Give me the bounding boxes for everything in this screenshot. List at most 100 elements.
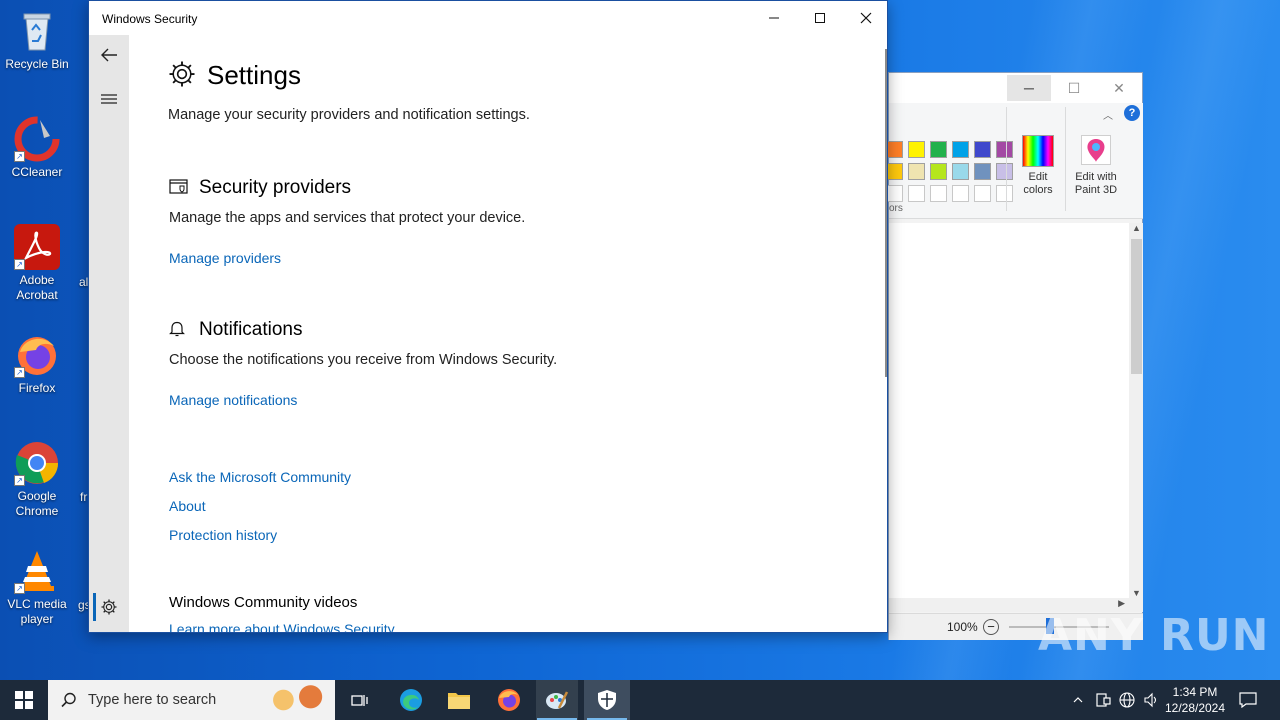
color-swatch[interactable]	[996, 141, 1013, 158]
page-title: Settings	[207, 60, 301, 90]
title-bar[interactable]: Windows Security	[89, 1, 887, 35]
volume-button[interactable]	[1140, 680, 1162, 720]
desktop-icon-recycle-bin[interactable]: Recycle Bin	[0, 8, 74, 72]
color-swatch[interactable]	[908, 163, 925, 180]
maximize-icon	[815, 13, 825, 23]
taskbar-file-explorer[interactable]	[438, 680, 480, 720]
close-button[interactable]	[843, 1, 887, 35]
desktop-icon-adobe-acrobat[interactable]: ↗ Adobe Acrobat	[0, 224, 74, 303]
edit-with-paint3d-button[interactable]: Edit with Paint 3D	[1069, 171, 1123, 197]
back-button[interactable]	[89, 35, 129, 75]
color-swatch[interactable]	[996, 185, 1013, 202]
community-videos-heading: Windows Community videos	[169, 594, 358, 611]
edit-colors-button[interactable]: Edit colors	[1017, 171, 1059, 197]
back-arrow-icon	[101, 48, 117, 62]
notifications-bell-icon	[169, 320, 185, 343]
device-icon	[1096, 693, 1111, 707]
paint-vertical-scrollbar[interactable]: ▲ ▼	[1129, 223, 1143, 598]
desktop-icon-chrome[interactable]: ↗ Google Chrome	[0, 440, 74, 519]
security-providers-heading: Security providers	[199, 177, 352, 198]
paint-ribbon: ︿ ? Edit colors Edit with Paint 3D ors	[886, 103, 1143, 219]
paint-close-button[interactable]: ✕	[1097, 75, 1141, 101]
search-highlight-image	[263, 684, 331, 716]
color-swatch[interactable]	[886, 185, 903, 202]
settings-content: Settings Manage your security providers …	[129, 35, 885, 632]
hamburger-menu-button[interactable]	[89, 79, 129, 119]
windows-security-window[interactable]: Windows Security Settings Manage your se…	[88, 0, 888, 633]
paint-title-bar[interactable]: ─ ☐ ✕	[889, 73, 1142, 103]
shortcut-arrow-icon: ↗	[14, 259, 25, 270]
taskbar-windows-security[interactable]	[584, 680, 630, 720]
hamburger-icon	[101, 94, 117, 104]
paint-maximize-button[interactable]: ☐	[1052, 75, 1096, 101]
minimize-button[interactable]	[751, 1, 797, 35]
edit-colors-icon	[1022, 135, 1054, 167]
color-swatch[interactable]	[930, 141, 947, 158]
color-swatch[interactable]	[930, 185, 947, 202]
color-swatch[interactable]	[952, 141, 969, 158]
desktop-icon-vlc[interactable]: ↗ VLC media player	[0, 548, 74, 627]
color-swatch[interactable]	[952, 185, 969, 202]
desktop-icon-ccleaner[interactable]: ↗ CCleaner	[0, 116, 74, 180]
color-swatch[interactable]	[996, 163, 1013, 180]
windows-logo-icon	[15, 691, 33, 709]
colors-group-label: ors	[889, 203, 903, 214]
settings-nav-button[interactable]	[89, 587, 129, 627]
manage-notifications-link[interactable]: Manage notifications	[169, 392, 297, 408]
content-scrollbar[interactable]	[885, 49, 887, 377]
taskbar-edge[interactable]	[390, 680, 432, 720]
about-link[interactable]: About	[169, 498, 206, 514]
protection-history-link[interactable]: Protection history	[169, 527, 277, 543]
color-swatch[interactable]	[974, 163, 991, 180]
gear-icon	[101, 599, 117, 615]
network-button[interactable]	[1116, 680, 1138, 720]
ask-community-link[interactable]: Ask the Microsoft Community	[169, 469, 351, 485]
desktop: Recycle Bin ↗ CCleaner ↗ Adobe Acrobat ↗…	[0, 0, 1280, 680]
navigation-sidebar	[89, 35, 129, 632]
learn-more-link[interactable]: Learn more about Windows Security	[169, 621, 395, 632]
vlc-icon: ↗	[14, 548, 60, 594]
color-swatch[interactable]	[952, 163, 969, 180]
manage-providers-link[interactable]: Manage providers	[169, 250, 281, 266]
start-button[interactable]	[0, 680, 48, 720]
shield-icon	[598, 690, 616, 710]
color-swatch[interactable]	[886, 163, 903, 180]
color-swatch[interactable]	[886, 141, 903, 158]
shortcut-arrow-icon: ↗	[14, 583, 25, 594]
minimize-icon	[769, 17, 779, 19]
show-hidden-icons-button[interactable]	[1068, 680, 1088, 720]
desktop-icon-label: Google Chrome	[15, 489, 59, 518]
notifications-description: Choose the notifications you receive fro…	[169, 352, 558, 368]
recycle-bin-icon	[14, 8, 60, 54]
help-icon[interactable]: ?	[1124, 105, 1140, 121]
zoom-out-icon[interactable]: −	[983, 619, 999, 635]
clock[interactable]: 1:34 PM 12/28/2024	[1160, 684, 1230, 716]
taskbar-search-box[interactable]: Type here to search	[48, 680, 335, 720]
action-center-button[interactable]	[1234, 680, 1262, 720]
desktop-icon-label: VLC media player	[7, 597, 67, 626]
window-title: Windows Security	[102, 12, 198, 26]
paint-window[interactable]: ─ ☐ ✕ ︿ ? Edit colors Edit with Paint 3D…	[886, 72, 1143, 640]
notifications-heading: Notifications	[199, 319, 303, 340]
paint-minimize-button[interactable]: ─	[1007, 75, 1051, 101]
color-swatch[interactable]	[930, 163, 947, 180]
taskbar-firefox[interactable]	[488, 680, 530, 720]
collapse-ribbon-icon[interactable]: ︿	[1103, 107, 1113, 122]
taskbar-paint[interactable]	[536, 680, 578, 720]
shortcut-arrow-icon: ↗	[14, 475, 25, 486]
color-swatch[interactable]	[974, 141, 991, 158]
volume-icon	[1144, 692, 1157, 708]
color-swatch[interactable]	[974, 185, 991, 202]
task-view-button[interactable]	[340, 680, 380, 720]
color-swatch[interactable]	[908, 185, 925, 202]
maximize-button[interactable]	[797, 1, 843, 35]
desktop-icon-firefox[interactable]: ↗ Firefox	[0, 332, 74, 396]
folder-icon	[448, 693, 470, 709]
ccleaner-icon: ↗	[14, 116, 60, 162]
edge-icon	[400, 689, 422, 711]
color-swatch[interactable]	[908, 141, 925, 158]
paint-canvas[interactable]	[889, 223, 1129, 598]
desktop-icon-label: CCleaner	[11, 165, 63, 179]
network-globe-icon	[1119, 692, 1135, 708]
tray-device-button[interactable]	[1092, 680, 1114, 720]
